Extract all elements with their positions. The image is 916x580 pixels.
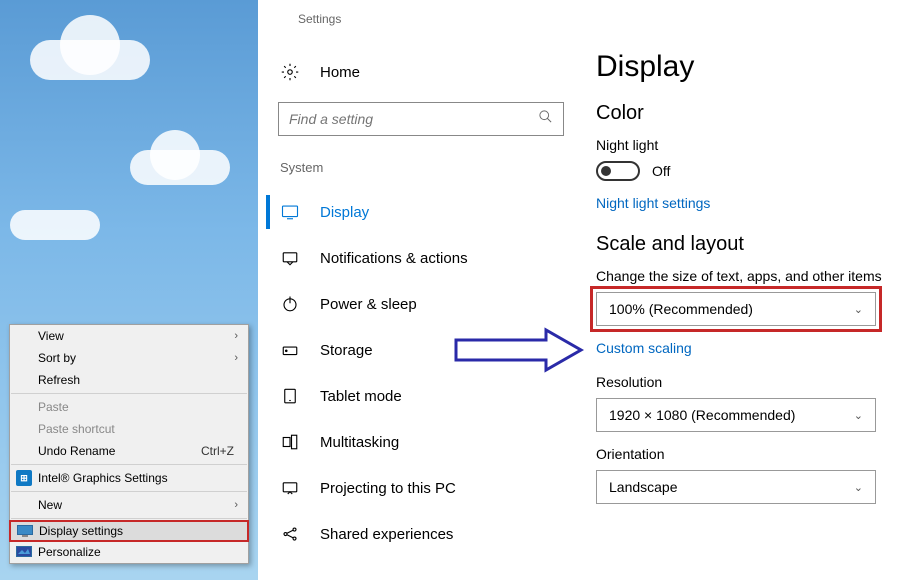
resolution-label: Resolution — [596, 374, 906, 390]
settings-content: Display Color Night light Off Night ligh… — [596, 50, 906, 518]
custom-scaling-link[interactable]: Custom scaling — [596, 340, 692, 356]
menu-refresh[interactable]: Refresh — [10, 369, 248, 391]
search-icon — [538, 109, 553, 129]
nav-display[interactable]: Display — [266, 189, 576, 235]
notifications-icon — [278, 249, 302, 267]
tablet-icon — [278, 387, 302, 405]
home-button[interactable]: Home — [266, 48, 576, 96]
submenu-arrow-icon: › — [234, 499, 238, 511]
multitasking-icon — [278, 433, 302, 451]
night-light-toggle[interactable] — [596, 161, 640, 181]
shortcut-label: Ctrl+Z — [201, 444, 234, 458]
night-light-settings-link[interactable]: Night light settings — [596, 195, 710, 211]
menu-sort-by[interactable]: Sort by › — [10, 347, 248, 369]
home-label: Home — [320, 64, 360, 81]
resolution-dropdown[interactable]: 1920 × 1080 (Recommended) ⌄ — [596, 398, 876, 432]
projecting-icon — [278, 479, 302, 497]
color-heading: Color — [596, 102, 906, 125]
search-input[interactable] — [278, 102, 564, 136]
storage-icon — [278, 341, 302, 359]
chevron-down-icon: ⌄ — [854, 481, 863, 494]
display-settings-icon — [17, 523, 33, 539]
submenu-arrow-icon: › — [234, 330, 238, 342]
power-icon — [278, 295, 302, 313]
settings-sidebar: Home System Display Notifications & acti… — [266, 48, 576, 557]
chevron-down-icon: ⌄ — [854, 303, 863, 316]
menu-display-settings[interactable]: Display settings — [9, 520, 249, 542]
nav-multitasking[interactable]: Multitasking — [266, 419, 576, 465]
orientation-value: Landscape — [609, 479, 678, 495]
nav-power-sleep[interactable]: Power & sleep — [266, 281, 576, 327]
orientation-label: Orientation — [596, 446, 906, 462]
scale-dropdown[interactable]: 100% (Recommended) ⌄ — [596, 292, 876, 326]
scale-heading: Scale and layout — [596, 233, 906, 256]
search-field[interactable] — [289, 111, 538, 127]
menu-view[interactable]: View › — [10, 325, 248, 347]
gear-icon — [278, 63, 302, 81]
chevron-down-icon: ⌄ — [854, 409, 863, 422]
scale-value: 100% (Recommended) — [609, 301, 753, 317]
shared-icon — [278, 525, 302, 543]
orientation-dropdown[interactable]: Landscape ⌄ — [596, 470, 876, 504]
page-title: Display — [596, 50, 906, 84]
menu-new[interactable]: New › — [10, 494, 248, 516]
section-label: System — [266, 154, 576, 189]
app-title: Settings — [298, 12, 341, 26]
submenu-arrow-icon: › — [234, 352, 238, 364]
intel-icon: ⊞ — [16, 470, 32, 486]
menu-undo-rename[interactable]: Undo Rename Ctrl+Z — [10, 440, 248, 462]
scale-label: Change the size of text, apps, and other… — [596, 268, 906, 284]
display-icon — [278, 203, 302, 221]
resolution-value: 1920 × 1080 (Recommended) — [609, 407, 795, 423]
nav-tablet-mode[interactable]: Tablet mode — [266, 373, 576, 419]
menu-personalize[interactable]: Personalize — [10, 541, 248, 563]
nav-storage[interactable]: Storage — [266, 327, 576, 373]
menu-paste-shortcut: Paste shortcut — [10, 418, 248, 440]
nav-projecting[interactable]: Projecting to this PC — [266, 465, 576, 511]
night-light-label: Night light — [596, 137, 906, 153]
nav-shared-experiences[interactable]: Shared experiences — [266, 511, 576, 557]
settings-window: Settings Home System Display Notificat — [258, 0, 916, 580]
menu-paste: Paste — [10, 396, 248, 418]
night-light-state: Off — [652, 163, 670, 179]
personalize-icon — [16, 544, 32, 560]
menu-intel-graphics[interactable]: ⊞ Intel® Graphics Settings — [10, 467, 248, 489]
nav-notifications[interactable]: Notifications & actions — [266, 235, 576, 281]
desktop-context-menu: View › Sort by › Refresh Paste Paste sho… — [9, 324, 249, 564]
